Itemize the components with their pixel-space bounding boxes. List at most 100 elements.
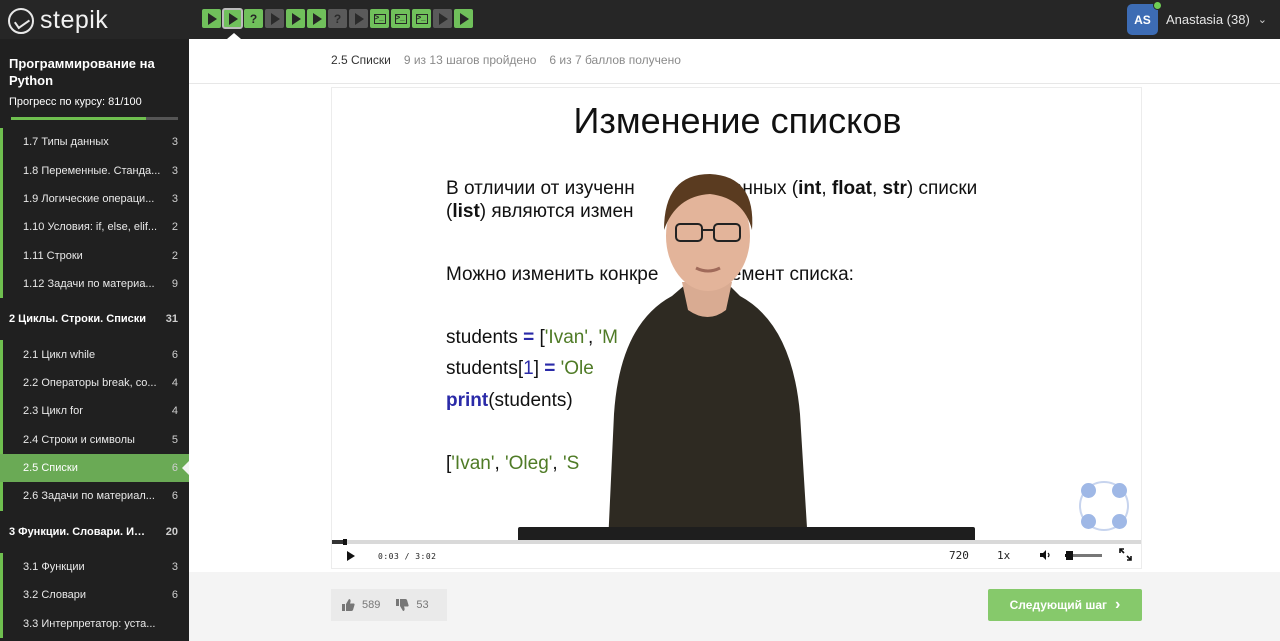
sidebar-item-label: 1.11 Строки	[23, 249, 83, 262]
volume-handle[interactable]	[1066, 551, 1074, 560]
sidebar-item-label: 1.12 Задачи по материа...	[23, 278, 155, 291]
sidebar-lesson-item[interactable]: 1.10 Условия: if, else, elif... 2	[0, 213, 189, 242]
step-3-question-icon[interactable]: ?	[244, 9, 263, 28]
course-progress-label: Прогресс по курсу: 81/100	[9, 96, 142, 108]
loading-spinner-icon	[1077, 479, 1131, 533]
sidebar-item-label: 2.2 Операторы break, co...	[23, 376, 157, 389]
sidebar-item-label: 2.5 Списки	[23, 462, 78, 475]
online-status-dot	[1152, 1, 1162, 10]
sidebar-item-label: 2 Циклы. Строки. Списки	[9, 313, 146, 326]
sidebar-item-label: 3.2 Словари	[23, 589, 87, 602]
sidebar-item-label: 2.3 Цикл for	[23, 405, 83, 418]
step-5-video-icon[interactable]	[286, 9, 305, 28]
sidebar-item-label: 2.4 Строки и символы	[23, 433, 135, 446]
sidebar-item-count: 2	[171, 221, 178, 234]
sidebar-lesson-item[interactable]: 1.8 Переменные. Станда... 3	[0, 156, 189, 185]
dislikes-count: 53	[416, 599, 429, 611]
step-1-video-icon[interactable]	[202, 9, 221, 28]
stepik-logo-icon	[8, 7, 34, 34]
lesson-title: 2.5 Списки	[331, 53, 391, 67]
sidebar-item-count: 2	[171, 249, 178, 262]
sidebar-item-count: 4	[171, 376, 178, 389]
sidebar-lesson-item[interactable]: 2.5 Списки 6	[0, 453, 189, 483]
sidebar-item-count: 6	[171, 589, 178, 602]
sidebar-lesson-item[interactable]: 2.3 Цикл for 4	[0, 397, 189, 426]
logo-text: stepik	[40, 6, 109, 34]
sidebar-item-label: 2.1 Цикл while	[23, 348, 96, 361]
step-12-video-icon[interactable]	[433, 9, 452, 28]
seek-bar[interactable]	[332, 539, 1141, 545]
sidebar-lesson-item[interactable]: 1.11 Строки 2	[0, 241, 189, 270]
slide-title: Изменение списков	[573, 100, 902, 141]
sidebar-lesson-item[interactable]: 1.12 Задачи по материа... 9	[0, 269, 189, 299]
sidebar-lesson-item[interactable]: 1.9 Логические операци... 3	[0, 184, 189, 214]
step-9-code-icon[interactable]: >_	[370, 9, 389, 28]
sidebar-item-count: 4	[171, 405, 178, 418]
sidebar-section[interactable]: 2 Циклы. Строки. Списки 31	[0, 298, 189, 341]
steps-done-text: 9 из 13 шагов пройдено	[403, 53, 537, 67]
top-bar: stepik ?? >_ >_ >_ AS Anastasia (38) ⌄	[0, 0, 1280, 39]
time-display: 0:03 / 3:02	[378, 552, 437, 561]
sidebar-lesson-item[interactable]: 2.6 Задачи по материал... 6	[0, 482, 189, 511]
sidebar-lesson-item[interactable]: 2.1 Цикл while 6	[0, 340, 189, 369]
thumbs-down-icon[interactable]	[396, 599, 410, 611]
seek-handle[interactable]	[342, 539, 347, 545]
step-6-video-icon[interactable]	[307, 9, 326, 28]
header-divider	[189, 83, 1280, 84]
chevron-down-icon[interactable]: ⌄	[1258, 13, 1267, 26]
step-8-video-icon[interactable]	[349, 9, 368, 28]
sidebar-item-label: 3.3 Интерпретатор: уста...	[23, 617, 156, 630]
stepik-logo[interactable]: stepik	[8, 6, 108, 35]
sidebar-item-count: 3	[171, 192, 178, 205]
sidebar-item-label: 1.9 Логические операци...	[23, 192, 155, 205]
fullscreen-icon[interactable]	[1119, 548, 1132, 561]
sidebar-item-label: 1.7 Типы данных	[23, 136, 109, 149]
step-2-video-icon[interactable]	[222, 8, 243, 29]
sidebar-item-label: 2.6 Задачи по материал...	[23, 490, 155, 503]
volume-icon[interactable]	[1039, 549, 1051, 561]
avatar[interactable]: AS	[1126, 1, 1162, 35]
sidebar-item-label: 1.10 Условия: if, else, elif...	[23, 221, 158, 234]
sidebar-item-label: 3 Функции. Словари. Ин...	[9, 525, 149, 538]
player-controls: 0:03 / 3:02 720 1x	[332, 539, 1141, 568]
volume-slider[interactable]	[1065, 551, 1102, 560]
step-10-code-icon[interactable]: >_	[391, 9, 410, 28]
quality-button[interactable]: 720	[949, 549, 969, 562]
sidebar-item-count: 20	[165, 525, 178, 538]
play-icon[interactable]	[347, 551, 355, 561]
step-4-video-icon[interactable]	[265, 9, 284, 28]
user-menu[interactable]: AS Anastasia (38) ⌄	[1126, 1, 1267, 35]
lesson-nav: 1.7 Типы данных 3 1.8 Переменные. Станда..…	[0, 128, 189, 638]
sidebar-item-count: 9	[171, 278, 178, 291]
sidebar-lesson-item[interactable]: 3.1 Функции 3	[0, 552, 189, 582]
sidebar-item-label: 3.1 Функции	[23, 560, 85, 573]
sidebar-item-count: 3	[171, 136, 178, 149]
sidebar-lesson-item[interactable]: 2.2 Операторы break, co... 4	[0, 368, 189, 398]
step-7-question-icon[interactable]: ?	[328, 9, 347, 28]
speed-button[interactable]: 1x	[997, 549, 1010, 562]
course-progress-bar	[11, 117, 178, 120]
step-13-video-icon[interactable]	[454, 9, 473, 28]
user-name[interactable]: Anastasia (38)	[1166, 12, 1250, 27]
chevron-right-icon: ›	[1115, 596, 1121, 613]
sidebar-item-count: 31	[165, 313, 178, 326]
sidebar-item-label: 1.8 Переменные. Станда...	[23, 164, 161, 177]
sidebar-lesson-item[interactable]: 3.2 Словари 6	[0, 581, 189, 610]
sidebar-lesson-item[interactable]: 1.7 Типы данных 3	[0, 128, 189, 157]
next-step-button[interactable]: Следующий шаг ›	[988, 589, 1142, 621]
sidebar-section[interactable]: 3 Функции. Словари. Ин... 20	[0, 510, 189, 553]
lesson-steps-bar: ?? >_ >_ >_	[202, 8, 473, 29]
course-title[interactable]: Программирование на Python	[0, 39, 189, 89]
course-progress-fill	[11, 117, 147, 120]
video-player[interactable]: Изменение списков В отличии от изученн да…	[331, 87, 1142, 569]
points-text: 6 из 7 баллов получено	[549, 53, 681, 67]
sidebar-item-count: 5	[171, 433, 178, 446]
code-line-3: print(students)	[446, 390, 573, 411]
thumbs-up-icon[interactable]	[342, 599, 355, 611]
sidebar-lesson-item[interactable]: 3.3 Интерпретатор: уста...	[0, 609, 189, 638]
step-11-code-icon[interactable]: >_	[412, 9, 431, 28]
sidebar-item-count: 6	[171, 490, 178, 503]
likes-count: 589	[362, 599, 381, 611]
sidebar-lesson-item[interactable]: 2.4 Строки и символы 5	[0, 425, 189, 454]
vote-panel: 589 53	[331, 589, 447, 621]
